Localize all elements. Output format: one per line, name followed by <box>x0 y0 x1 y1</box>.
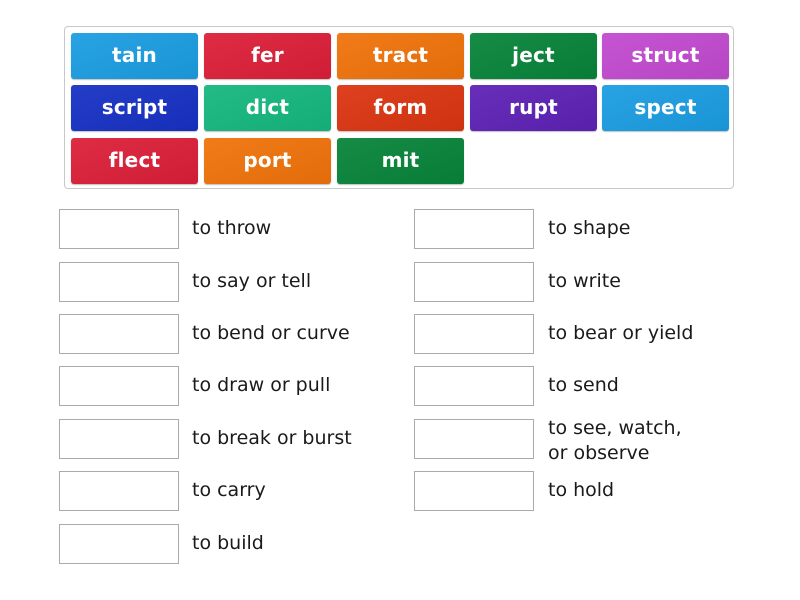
definition-label: to bend or curve <box>192 322 350 344</box>
definition-label: to draw or pull <box>192 374 331 396</box>
definition-label: to throw <box>192 217 272 239</box>
word-tile-dict[interactable]: dict <box>204 85 331 131</box>
word-tile-tract[interactable]: tract <box>337 33 464 79</box>
drop-slot[interactable] <box>414 209 534 249</box>
definition-label: to send <box>548 374 619 396</box>
drop-slot[interactable] <box>59 524 179 564</box>
word-tile-mit[interactable]: mit <box>337 138 464 184</box>
definition-label: to break or burst <box>192 427 352 449</box>
drop-slot[interactable] <box>59 209 179 249</box>
word-tile-tain[interactable]: tain <box>71 33 198 79</box>
drop-slot[interactable] <box>414 314 534 354</box>
word-tile-fer[interactable]: fer <box>204 33 331 79</box>
drop-slot[interactable] <box>414 366 534 406</box>
definition-label: to bear or yield <box>548 322 694 344</box>
drop-slot[interactable] <box>59 419 179 459</box>
definition-label: to write <box>548 270 621 292</box>
definition-label: to say or tell <box>192 270 312 292</box>
word-tile-form[interactable]: form <box>337 85 464 131</box>
definition-label: to hold <box>548 479 615 501</box>
word-tile-port[interactable]: port <box>204 138 331 184</box>
drop-slot[interactable] <box>414 419 534 459</box>
definition-label: to see, watch, or observe <box>548 417 682 464</box>
word-tile-rupt[interactable]: rupt <box>470 85 597 131</box>
drop-slot[interactable] <box>59 314 179 354</box>
drop-slot[interactable] <box>59 366 179 406</box>
word-tile-struct[interactable]: struct <box>602 33 729 79</box>
drop-slot[interactable] <box>414 471 534 511</box>
word-tile-ject[interactable]: ject <box>470 33 597 79</box>
drop-slot[interactable] <box>59 471 179 511</box>
word-tile-script[interactable]: script <box>71 85 198 131</box>
drop-slot[interactable] <box>414 262 534 302</box>
word-tile-flect[interactable]: flect <box>71 138 198 184</box>
drop-slot[interactable] <box>59 262 179 302</box>
definition-label: to carry <box>192 479 266 501</box>
word-tile-spect[interactable]: spect <box>602 85 729 131</box>
word-tile-tray: tain fer tract ject struct script dict form rupt… <box>64 26 734 189</box>
definition-label: to shape <box>548 217 631 239</box>
definition-label: to build <box>192 532 264 554</box>
